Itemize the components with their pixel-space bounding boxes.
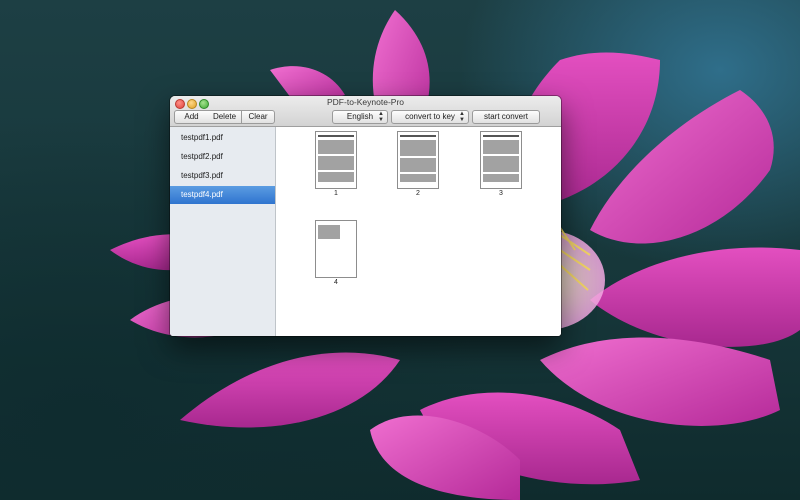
clear-button[interactable]: Clear: [241, 110, 275, 124]
start-convert-button[interactable]: start convert: [472, 110, 540, 124]
page-number-label: 4: [334, 279, 338, 286]
page-number-label: 3: [499, 190, 503, 197]
language-select-value: English: [346, 112, 374, 121]
app-window: PDF-to-Keynote-Pro Add Delete Clear Engl…: [170, 96, 561, 336]
format-select[interactable]: convert to key ▲ ▼: [391, 110, 469, 124]
page-number-label: 1: [334, 190, 338, 197]
page-thumbnail[interactable]: [397, 131, 439, 189]
file-list-item[interactable]: testpdf2.pdf: [170, 148, 275, 166]
file-list-item[interactable]: testpdf1.pdf: [170, 129, 275, 147]
page-thumbnail[interactable]: [315, 220, 357, 278]
format-select-value: convert to key: [405, 112, 455, 121]
page-thumbnail[interactable]: [480, 131, 522, 189]
page-number-label: 2: [416, 190, 420, 197]
updown-chevron-icon: ▲ ▼: [378, 111, 384, 123]
page-thumbnails-area: 1 2 3 4: [276, 127, 561, 336]
updown-chevron-icon: ▲ ▼: [459, 111, 465, 123]
file-list-item[interactable]: testpdf3.pdf: [170, 167, 275, 185]
title-bar: PDF-to-Keynote-Pro Add Delete Clear Engl…: [170, 96, 561, 127]
file-list-sidebar: testpdf1.pdf testpdf2.pdf testpdf3.pdf t…: [170, 127, 276, 336]
add-button[interactable]: Add: [174, 110, 209, 124]
file-list-item-selected[interactable]: testpdf4.pdf: [170, 186, 275, 204]
page-thumbnail[interactable]: [315, 131, 357, 189]
delete-button[interactable]: Delete: [208, 110, 242, 124]
window-title: PDF-to-Keynote-Pro: [327, 97, 404, 107]
language-select[interactable]: English ▲ ▼: [332, 110, 388, 124]
